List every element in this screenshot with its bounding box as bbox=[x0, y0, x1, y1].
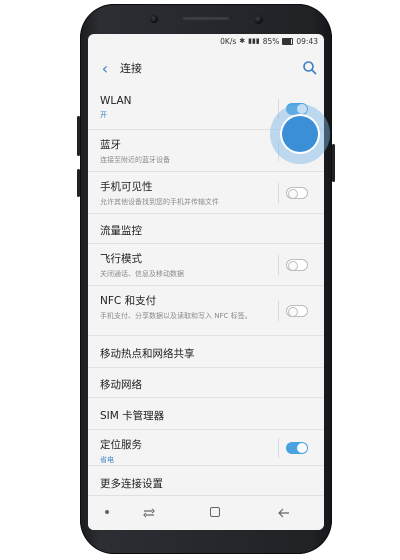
row-label: 更多连接设置 bbox=[100, 478, 163, 490]
settings-row-nfc-payment[interactable]: NFC 和支付 手机支付、分享数据以及读取和写入 NFC 标签。 bbox=[88, 286, 324, 336]
row-label: 移动热点和网络共享 bbox=[100, 348, 195, 360]
home-button-icon[interactable] bbox=[210, 507, 220, 517]
row-label: 移动网络 bbox=[100, 379, 142, 391]
chevron-left-icon: ‹ bbox=[101, 58, 109, 78]
volume-button bbox=[77, 116, 80, 156]
back-nav-icon[interactable] bbox=[277, 506, 291, 520]
bluetooth-status-icon: ✱ bbox=[239, 37, 246, 45]
row-divider bbox=[278, 301, 279, 321]
battery-level: 85% bbox=[262, 36, 280, 46]
bixby-button bbox=[77, 169, 80, 197]
toggle-knob bbox=[288, 307, 298, 317]
settings-row-more-connection-settings[interactable]: 更多连接设置 bbox=[88, 466, 324, 498]
recent-apps-icon[interactable] bbox=[142, 506, 156, 520]
settings-row-location[interactable]: 定位服务 省电 bbox=[88, 430, 324, 466]
row-summary: 开 bbox=[100, 111, 107, 119]
page-title: 连接 bbox=[120, 62, 142, 75]
dot-icon[interactable] bbox=[105, 510, 109, 514]
row-summary: 连接至附近的蓝牙设备 bbox=[100, 156, 170, 164]
toggle-switch[interactable] bbox=[286, 305, 308, 317]
front-camera-icon bbox=[254, 15, 263, 24]
row-summary: 省电 bbox=[100, 456, 114, 464]
toggle-knob bbox=[288, 189, 298, 199]
row-divider bbox=[278, 183, 279, 203]
toggle-knob bbox=[297, 443, 307, 453]
search-icon[interactable] bbox=[302, 60, 318, 76]
toggle-switch[interactable] bbox=[286, 442, 308, 454]
power-button bbox=[332, 144, 335, 182]
iris-sensor-icon bbox=[150, 15, 158, 23]
row-summary: 手机支付、分享数据以及读取和写入 NFC 标签。 bbox=[100, 312, 252, 320]
signal-icon: ▮▮▮ bbox=[248, 37, 260, 45]
battery-icon bbox=[282, 37, 294, 45]
settings-row-sim-manager[interactable]: SIM 卡管理器 bbox=[88, 398, 324, 430]
tap-indicator bbox=[270, 104, 330, 164]
row-divider bbox=[278, 255, 279, 275]
toggle-switch[interactable] bbox=[286, 259, 308, 271]
toggle-switch[interactable] bbox=[286, 187, 308, 199]
earpiece-speaker bbox=[183, 17, 229, 20]
settings-row-phone-visibility[interactable]: 手机可见性 允许其他设备找到您的手机并传输文件 bbox=[88, 172, 324, 214]
status-bar: 0K/s ✱ ▮▮▮ 85% 09:43 bbox=[88, 34, 324, 48]
settings-row-airplane-mode[interactable]: 飞行模式 关闭通话、信息及移动数据 bbox=[88, 244, 324, 286]
phone-frame: 0K/s ✱ ▮▮▮ 85% 09:43 ‹ 连接 WLAN 开蓝牙 连接至附近的蓝… bbox=[77, 4, 335, 554]
settings-row-hotspot-tethering[interactable]: 移动热点和网络共享 bbox=[88, 336, 324, 368]
row-summary: 关闭通话、信息及移动数据 bbox=[100, 270, 184, 278]
toggle-knob bbox=[288, 261, 298, 271]
top-bezel bbox=[80, 4, 332, 34]
navigation-bar bbox=[88, 495, 324, 530]
tap-indicator-core bbox=[282, 116, 318, 152]
row-divider bbox=[278, 438, 279, 458]
row-label: SIM 卡管理器 bbox=[100, 410, 165, 422]
back-button[interactable]: ‹ bbox=[94, 48, 116, 88]
row-label: 流量监控 bbox=[100, 225, 142, 237]
settings-row-data-usage[interactable]: 流量监控 bbox=[88, 214, 324, 244]
net-speed: 0K/s bbox=[220, 36, 237, 46]
row-summary: 允许其他设备找到您的手机并传输文件 bbox=[100, 198, 219, 206]
clock: 09:43 bbox=[296, 36, 318, 46]
app-header: ‹ 连接 bbox=[88, 48, 324, 88]
settings-row-mobile-networks[interactable]: 移动网络 bbox=[88, 368, 324, 398]
